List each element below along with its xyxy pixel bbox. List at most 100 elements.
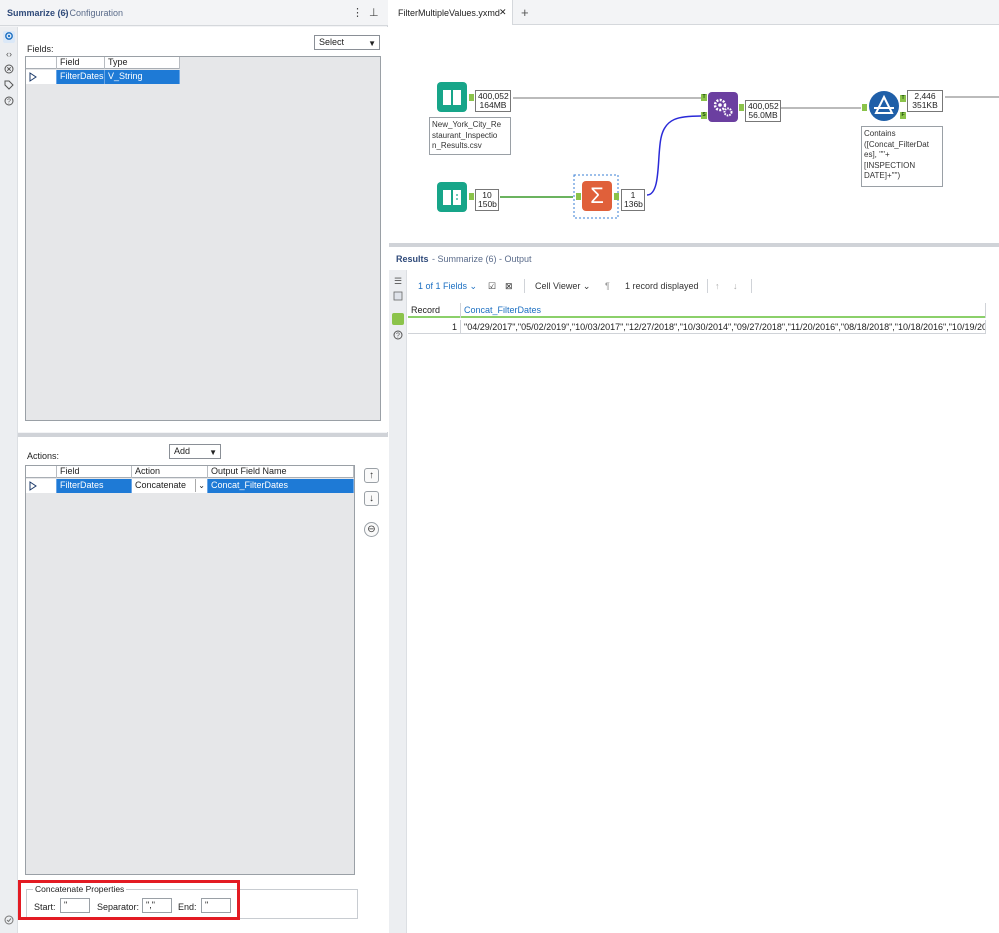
toolbar-divider	[751, 279, 752, 293]
badge-size: 164MB	[479, 100, 507, 110]
arrow-down-icon[interactable]: ↓	[733, 281, 738, 291]
more-options-icon[interactable]: ⋮	[352, 6, 363, 19]
chevron-down-icon: ⌄	[195, 479, 205, 492]
arrow-up-icon[interactable]: ↑	[715, 281, 720, 291]
table-row[interactable]: FilterDates Concatenate ⌄ Concat_FilterD…	[26, 479, 354, 493]
actions-section: Actions: Add ▼ Field Action Output Field…	[18, 437, 388, 933]
results-side-rail: ☰ ?	[389, 270, 407, 933]
gear-icon[interactable]	[3, 31, 15, 43]
move-down-button[interactable]: ↓	[364, 491, 379, 506]
header-field: Field	[57, 466, 132, 478]
header-spacer	[26, 466, 57, 478]
row-expand-icon[interactable]	[26, 479, 57, 493]
record-count-badge: 1 136b	[621, 189, 645, 211]
annotation-line: staurant_Inspectio	[432, 130, 498, 140]
false-anchor[interactable]: F	[900, 112, 906, 119]
add-dropdown-value: Add	[174, 446, 191, 456]
table-icon[interactable]	[392, 291, 404, 303]
svg-text:?: ?	[7, 99, 11, 106]
workflow-canvas[interactable]: 400,052 164MB New_York_City_Re staurant_…	[389, 26, 999, 243]
chevron-down-icon: ⌄	[469, 281, 478, 291]
target-anchor[interactable]: T	[701, 94, 707, 101]
tab-workflow[interactable]: FilterMultipleValues.yxmd ✕	[389, 0, 513, 25]
fields-grid: Field Type FilterDates V_String	[25, 56, 381, 421]
record-count-badge: 10 150b	[475, 189, 499, 211]
paragraph-icon[interactable]: ¶	[605, 281, 610, 291]
badge-size: 150b	[478, 199, 497, 209]
output-anchor-icon[interactable]	[392, 313, 404, 325]
header-concat-filterdates[interactable]: Concat_FilterDates	[461, 303, 986, 318]
code-icon[interactable]: ‹›	[3, 48, 15, 60]
remove-button[interactable]: ⊖	[364, 522, 379, 537]
fields-section: Fields: Select ▼ Field Type FilterDates …	[18, 27, 388, 432]
fields-label: Fields:	[27, 44, 54, 54]
results-grid-header: Record Concat_FilterDates	[408, 303, 986, 318]
highlight-box	[18, 880, 240, 920]
tool-annotation: New_York_City_Re staurant_Inspectio n_Re…	[429, 117, 511, 155]
table-row[interactable]: FilterDates V_String	[26, 70, 180, 84]
row-field: FilterDates	[57, 70, 105, 84]
action-select[interactable]: Concatenate ⌄	[132, 479, 208, 493]
true-anchor[interactable]: T	[900, 95, 906, 102]
badge-size: 351KB	[912, 100, 938, 110]
annotation-line: [INSPECTION	[864, 160, 916, 170]
toolbar-divider	[707, 279, 708, 293]
annotation-line: ([Concat_FilterDat	[864, 139, 929, 149]
filter-tool[interactable]	[869, 91, 899, 121]
config-header: Summarize (6) - Configuration ⋮ ⊥	[0, 0, 388, 26]
cell-value[interactable]: "04/29/2017","05/02/2019","10/03/2017","…	[461, 320, 986, 334]
select-dropdown-value: Select	[319, 37, 345, 47]
config-subtitle: - Configuration	[64, 8, 124, 18]
workspace: FilterMultipleValues.yxmd ✕ + 400,052 16…	[389, 0, 999, 933]
input-anchor[interactable]	[576, 193, 581, 200]
append-fields-tool[interactable]	[708, 92, 738, 122]
results-subtitle: - Summarize (6) - Output	[432, 254, 532, 264]
results-title: Results	[396, 254, 429, 264]
row-field: FilterDates	[57, 479, 132, 493]
output-anchor[interactable]	[739, 104, 744, 111]
text-input-tool[interactable]	[437, 182, 467, 212]
tag-icon[interactable]	[3, 80, 15, 92]
output-anchor[interactable]	[614, 193, 619, 200]
input-data-tool[interactable]	[437, 82, 467, 112]
annotation-line: n_Results.csv	[432, 141, 482, 150]
help-icon[interactable]: ?	[392, 330, 404, 342]
summarize-tool[interactable]: Σ	[582, 181, 612, 211]
row-type: V_String	[105, 70, 180, 84]
row-output: Concat_FilterDates	[208, 479, 354, 493]
add-tab-button[interactable]: +	[521, 5, 529, 20]
clear-icon[interactable]: ⊠	[505, 281, 513, 292]
row-expand-icon[interactable]	[26, 70, 57, 84]
help-icon[interactable]: ?	[3, 96, 15, 108]
status-ok-icon	[3, 915, 15, 927]
record-count-label: 1 record displayed	[625, 281, 699, 291]
annotation-line: New_York_City_Re	[432, 120, 502, 129]
close-icon[interactable]: ✕	[499, 7, 507, 18]
actions-grid-header: Field Action Output Field Name	[26, 466, 354, 478]
list-icon[interactable]: ☰	[392, 275, 404, 287]
action-select-value: Concatenate	[135, 480, 187, 490]
output-anchor[interactable]	[469, 193, 474, 200]
input-anchor[interactable]	[862, 104, 867, 111]
cell-viewer-label: Cell Viewer	[535, 281, 581, 291]
record-count-badge: 400,052 56.0MB	[745, 100, 781, 122]
cell-record[interactable]: 1	[408, 320, 461, 334]
output-anchor[interactable]	[469, 94, 474, 101]
select-dropdown[interactable]: Select ▼	[314, 35, 380, 50]
x-circle-icon[interactable]	[3, 64, 15, 76]
cell-viewer-dropdown[interactable]: Cell Viewer ⌄	[535, 281, 590, 292]
tool-annotation: Contains ([Concat_FilterDat es], '"'+ [I…	[861, 126, 943, 187]
fields-selector[interactable]: 1 of 1 Fields ⌄	[418, 281, 477, 292]
record-count-badge: 2,446 351KB	[907, 90, 943, 112]
dropdown-arrow-icon: ▼	[368, 39, 376, 48]
checkbox-icon[interactable]: ☑	[488, 281, 496, 292]
header-output: Output Field Name	[208, 466, 354, 478]
pin-icon[interactable]: ⊥	[369, 6, 379, 19]
tab-label: FilterMultipleValues.yxmd	[398, 8, 500, 18]
header-record[interactable]: Record	[408, 303, 461, 318]
add-dropdown[interactable]: Add ▼	[169, 444, 221, 459]
annotation-line: es], '"'+	[864, 150, 890, 159]
annotation-line: DATE]+'"')	[864, 171, 901, 180]
move-up-button[interactable]: ↑	[364, 468, 379, 483]
source-anchor[interactable]: S	[701, 112, 707, 119]
